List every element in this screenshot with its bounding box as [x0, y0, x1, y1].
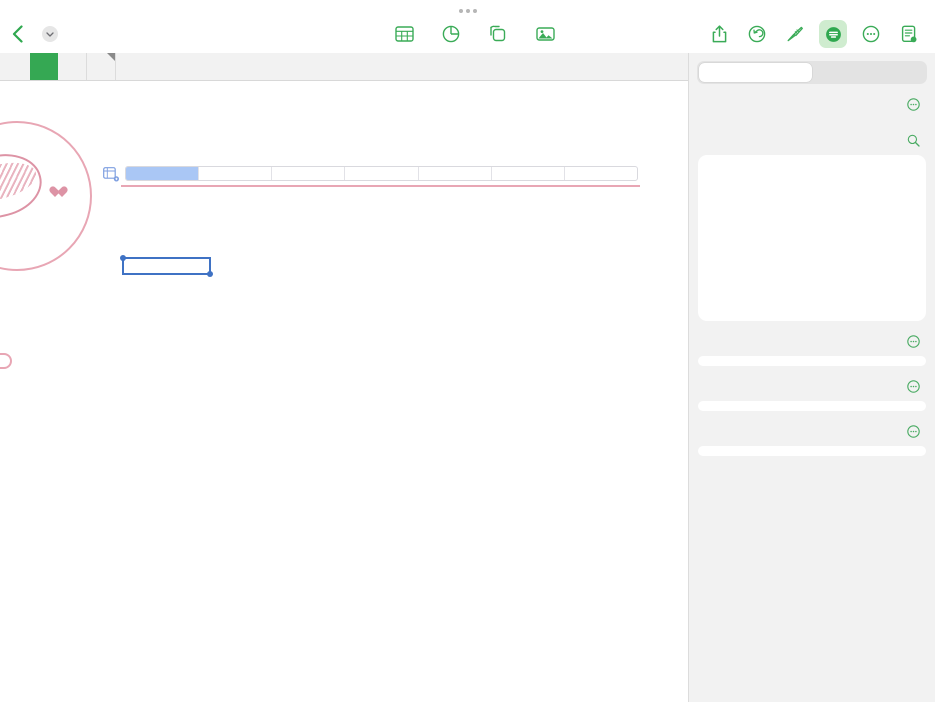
select-all-button[interactable] — [103, 167, 120, 182]
column-header-5[interactable] — [492, 167, 565, 180]
more-circle-icon — [907, 335, 920, 348]
columns-section-header — [689, 337, 935, 351]
search-icon — [907, 134, 920, 147]
source-data-more-button[interactable] — [907, 98, 920, 116]
sheet-canvas[interactable] — [0, 81, 680, 702]
inspector-segmented-control[interactable] — [697, 61, 927, 84]
selection-handle-topleft[interactable] — [120, 255, 126, 261]
column-header-2[interactable] — [199, 167, 272, 180]
undo-icon — [748, 25, 766, 43]
logo-arc-text — [0, 121, 92, 271]
chart-icon — [442, 25, 460, 43]
grabber-dot — [466, 9, 470, 13]
paintbrush-button[interactable] — [781, 20, 809, 48]
grabber-dot — [473, 9, 477, 13]
brand-logo-image[interactable] — [0, 121, 102, 451]
format-inspector-panel — [688, 53, 935, 702]
action-toolbar — [705, 16, 923, 52]
insert-table-button[interactable] — [390, 20, 418, 48]
column-header-1[interactable] — [126, 167, 199, 180]
values-section-header — [689, 427, 935, 441]
more-circle-icon — [907, 380, 920, 393]
column-header-3[interactable] — [272, 167, 345, 180]
fields-section-header — [689, 136, 935, 150]
rows-more-button[interactable] — [907, 380, 920, 398]
tab-pivot-options[interactable] — [699, 63, 812, 82]
insert-toolbar — [390, 16, 559, 52]
column-header-4[interactable] — [345, 167, 418, 180]
sheet-tab-sales-data[interactable] — [87, 53, 116, 80]
tab-filter[interactable] — [812, 63, 925, 82]
source-data-section-header — [689, 100, 935, 114]
paintbrush-icon — [786, 25, 804, 43]
top-navigation-bar — [0, 16, 935, 52]
sheet-tab-sales-by-location[interactable] — [58, 53, 87, 80]
cell-selection-rectangle[interactable] — [122, 257, 211, 275]
document-options-button[interactable] — [895, 20, 923, 48]
document-icon — [901, 25, 917, 43]
more-circle-icon — [907, 98, 920, 111]
undo-button[interactable] — [743, 20, 771, 48]
table-top-rule — [121, 185, 640, 187]
sheet-tab-quarterly-sales[interactable] — [30, 53, 58, 80]
fields-search-button[interactable] — [907, 134, 920, 152]
columns-more-button[interactable] — [907, 335, 920, 353]
shape-icon — [489, 25, 507, 43]
share-icon — [712, 25, 727, 43]
selection-handle-bottomright[interactable] — [207, 271, 213, 277]
rows-section-header — [689, 382, 935, 396]
format-panel-button[interactable] — [819, 20, 847, 48]
share-button[interactable] — [705, 20, 733, 48]
column-header-bar[interactable] — [125, 166, 638, 181]
chevron-down-icon — [46, 32, 54, 37]
chevron-left-icon — [12, 25, 23, 43]
source-data-name[interactable] — [689, 114, 935, 120]
format-panel-icon — [824, 25, 843, 44]
values-more-button[interactable] — [907, 425, 920, 443]
more-options-button[interactable] — [857, 20, 885, 48]
more-circle-icon — [907, 425, 920, 438]
rows-drop-area[interactable] — [698, 401, 926, 411]
insert-media-button[interactable] — [531, 20, 559, 48]
back-button[interactable] — [0, 25, 34, 43]
columns-drop-area[interactable] — [698, 356, 926, 366]
document-menu-button[interactable] — [42, 26, 58, 42]
values-drop-area[interactable] — [698, 446, 926, 456]
column-header-E[interactable] — [419, 167, 492, 180]
table-icon — [395, 26, 414, 42]
fields-list[interactable] — [698, 155, 926, 321]
insert-shape-button[interactable] — [484, 20, 512, 48]
more-icon — [862, 25, 880, 43]
grabber-dot — [459, 9, 463, 13]
numbers-spreadsheet-window — [0, 0, 935, 702]
insert-chart-button[interactable] — [437, 20, 465, 48]
column-header-G[interactable] — [565, 167, 637, 180]
window-grabber[interactable] — [0, 6, 935, 16]
media-icon — [536, 26, 555, 42]
logo-badge — [0, 353, 12, 369]
select-all-icon — [103, 167, 120, 182]
add-sheet-button[interactable] — [0, 53, 30, 80]
